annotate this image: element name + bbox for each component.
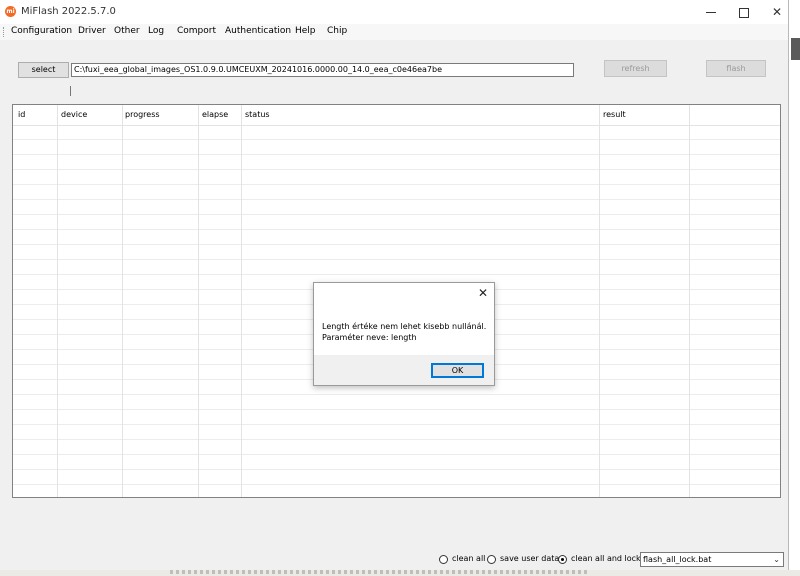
flash-script-value: flash_all_lock.bat <box>643 555 712 564</box>
maximize-button[interactable] <box>727 0 761 24</box>
menu-comport[interactable]: Comport <box>177 26 216 36</box>
image-path-field[interactable]: C:\fuxi_eea_global_images_OS1.0.9.0.UMCE… <box>71 63 574 77</box>
maximize-icon <box>739 7 749 18</box>
text-cursor <box>70 86 71 96</box>
column-header-device[interactable]: device <box>61 110 87 119</box>
background-desktop-strip <box>0 570 800 576</box>
refresh-button[interactable]: refresh <box>604 60 667 77</box>
table-header: id device progress elapse status result <box>13 105 780 126</box>
menu-chip[interactable]: Chip <box>327 26 347 36</box>
dialog-message-line-1: Length értéke nem lehet kisebb nullánál. <box>322 322 487 331</box>
menu-log[interactable]: Log <box>148 26 164 36</box>
column-header-progress[interactable]: progress <box>125 110 160 119</box>
error-dialog: ✕ Length értéke nem lehet kisebb nulláná… <box>313 282 495 386</box>
menu-help[interactable]: Help <box>295 26 316 36</box>
title-bar[interactable]: mi MiFlash 2022.5.7.0 ✕ <box>0 0 788 24</box>
dialog-message-line-2: Paraméter neve: length <box>322 333 417 342</box>
clean-all-and-lock-radio[interactable] <box>558 555 567 564</box>
column-divider <box>198 105 199 497</box>
miflash-window: mi MiFlash 2022.5.7.0 ✕ Configuration Dr… <box>0 0 789 570</box>
background-window-block <box>791 38 800 60</box>
flash-script-select[interactable]: flash_all_lock.bat ⌄ <box>640 552 784 567</box>
dialog-close-icon[interactable]: ✕ <box>477 287 489 299</box>
column-divider <box>689 105 690 497</box>
save-user-data-label[interactable]: save user data <box>500 554 559 563</box>
column-header-status[interactable]: status <box>245 110 270 119</box>
column-divider <box>57 105 58 497</box>
clean-all-and-lock-label[interactable]: clean all and lock <box>571 554 641 563</box>
chevron-down-icon: ⌄ <box>773 555 780 564</box>
background-window-edge <box>788 0 800 576</box>
flash-button[interactable]: flash <box>706 60 766 77</box>
column-header-elapse[interactable]: elapse <box>202 110 228 119</box>
close-icon: ✕ <box>771 5 783 19</box>
select-button[interactable]: select <box>18 62 69 78</box>
dialog-message-area: ✕ Length értéke nem lehet kisebb nulláná… <box>314 283 494 355</box>
ok-button[interactable]: OK <box>431 363 484 378</box>
save-user-data-radio[interactable] <box>487 555 496 564</box>
column-header-id[interactable]: id <box>18 110 25 119</box>
menu-other[interactable]: Other <box>114 26 140 36</box>
column-divider <box>122 105 123 497</box>
clean-all-label[interactable]: clean all <box>452 554 485 563</box>
status-bar: clean all save user data clean all and l… <box>0 548 788 570</box>
minimize-button[interactable] <box>694 0 728 24</box>
menu-grip-icon <box>3 27 5 37</box>
column-divider <box>599 105 600 497</box>
minimize-icon <box>706 12 716 13</box>
menu-driver[interactable]: Driver <box>78 26 106 36</box>
close-button[interactable]: ✕ <box>760 0 794 24</box>
clean-all-radio[interactable] <box>439 555 448 564</box>
app-logo-icon: mi <box>5 6 16 17</box>
column-header-result[interactable]: result <box>603 110 626 119</box>
window-title: MiFlash 2022.5.7.0 <box>21 6 116 17</box>
menu-bar: Configuration Driver Other Log Comport A… <box>0 24 788 40</box>
background-text-fragment <box>170 570 590 574</box>
menu-configuration[interactable]: Configuration <box>11 26 72 36</box>
column-divider <box>241 105 242 497</box>
menu-authentication[interactable]: Authentication <box>225 26 291 36</box>
